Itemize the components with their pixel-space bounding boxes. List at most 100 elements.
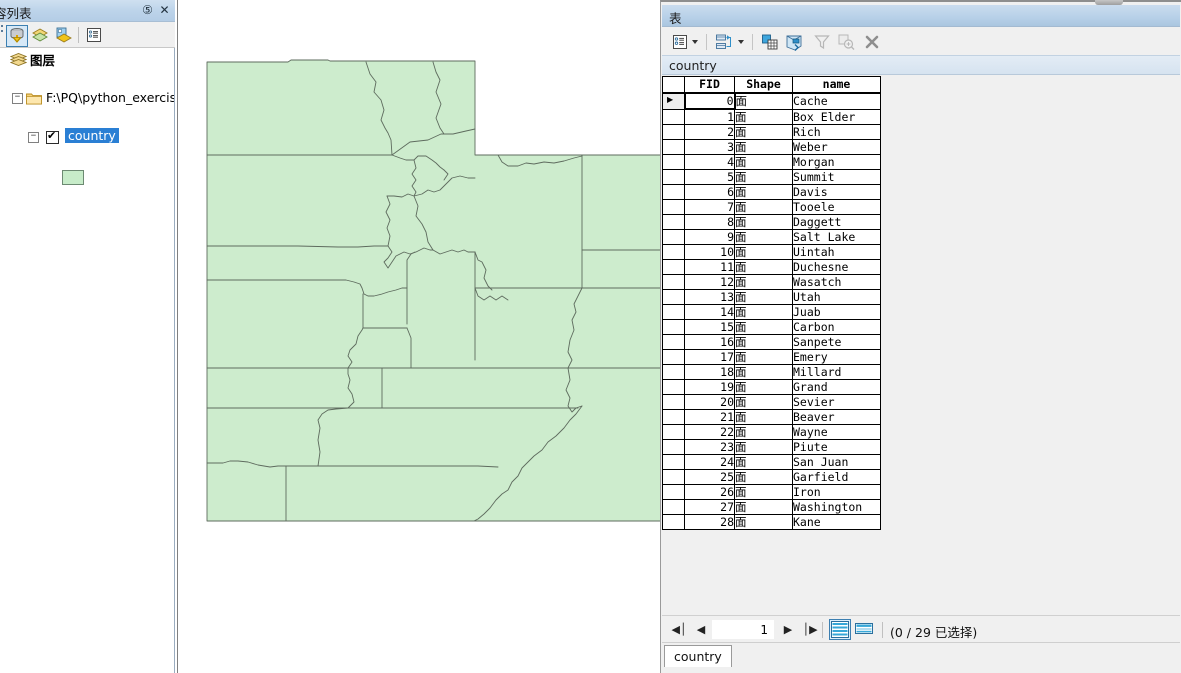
cell-name[interactable]: Beaver <box>792 409 881 425</box>
cell-fid[interactable]: 22 <box>684 424 735 440</box>
cell-shape[interactable]: 面 <box>734 199 793 215</box>
table-view-icon[interactable] <box>829 619 851 640</box>
cell-name[interactable]: San Juan <box>792 454 881 470</box>
cell-shape[interactable]: 面 <box>734 469 793 485</box>
table-row[interactable]: 28 面 Kane <box>662 514 881 530</box>
cell-shape[interactable]: 面 <box>734 229 793 245</box>
cell-fid[interactable]: 0 <box>683 92 736 110</box>
delete-selected-icon[interactable] <box>862 32 882 52</box>
table-row[interactable]: 22 面 Wayne <box>662 424 881 440</box>
cell-name[interactable]: Tooele <box>792 199 881 215</box>
cell-shape[interactable]: 面 <box>734 484 793 500</box>
table-layer-tab-header[interactable]: country <box>662 55 1180 75</box>
cell-fid[interactable]: 8 <box>684 214 735 230</box>
table-row[interactable]: 26 面 Iron <box>662 484 881 500</box>
row-selector-cell[interactable] <box>662 108 685 125</box>
row-selector-cell[interactable] <box>662 409 685 425</box>
cell-name[interactable]: Daggett <box>792 214 881 230</box>
row-selector-cell[interactable] <box>662 514 685 530</box>
attribute-table[interactable]: FID Shape name 0面Cache1面Box Elder2面Rich3… <box>662 76 881 530</box>
table-row[interactable]: 3 面 Weber <box>662 139 881 155</box>
layer-expander[interactable]: − <box>28 132 39 143</box>
row-selector-cell[interactable] <box>662 304 685 320</box>
row-selector-cell[interactable] <box>662 439 685 455</box>
table-row[interactable]: 11 面 Duchesne <box>662 259 881 275</box>
row-selector-cell[interactable] <box>662 259 685 275</box>
next-record-button[interactable]: ▶ <box>780 623 796 637</box>
tree-node-layers[interactable]: 图层 <box>4 50 174 69</box>
cell-fid[interactable]: 16 <box>684 334 735 350</box>
tree-node-folder[interactable]: − F:\PQ\python_exercise <box>4 89 174 108</box>
cell-name[interactable]: Davis <box>792 184 881 200</box>
switch-selection-icon[interactable] <box>784 32 804 52</box>
cell-fid[interactable]: 27 <box>684 499 735 515</box>
cell-shape[interactable]: 面 <box>734 364 793 380</box>
row-selector-cell[interactable] <box>662 124 685 140</box>
table-row[interactable]: 13 面 Utah <box>662 289 881 305</box>
cell-fid[interactable]: 25 <box>684 469 735 485</box>
table-row[interactable]: 7 面 Tooele <box>662 199 881 215</box>
table-row[interactable]: 0面Cache <box>662 92 881 110</box>
cell-name[interactable]: Wayne <box>792 424 881 440</box>
cell-fid[interactable]: 7 <box>684 199 735 215</box>
cell-shape[interactable]: 面 <box>734 259 793 275</box>
cell-shape[interactable]: 面 <box>734 214 793 230</box>
table-row[interactable]: 2 面 Rich <box>662 124 881 140</box>
table-row[interactable]: 5 面 Summit <box>662 169 881 185</box>
cell-name[interactable]: Sevier <box>792 394 881 410</box>
cell-fid[interactable]: 24 <box>684 454 735 470</box>
row-selector-cell[interactable] <box>662 214 685 230</box>
cell-name[interactable]: Weber <box>792 139 881 155</box>
tree-node-layer-country[interactable]: − country <box>4 128 174 147</box>
select-by-attributes-icon[interactable] <box>760 32 780 52</box>
cell-name[interactable]: Salt Lake <box>792 229 881 245</box>
cell-shape[interactable]: 面 <box>734 184 793 200</box>
cell-name[interactable]: Millard <box>792 364 881 380</box>
toc-layer-tree[interactable]: 图层 − F:\PQ\python_exercise − country <box>4 50 174 673</box>
row-selector-cell[interactable] <box>662 334 685 350</box>
attribute-grid[interactable]: FID Shape name 0面Cache1面Box Elder2面Rich3… <box>662 76 1180 615</box>
list-by-drawing-order-icon[interactable] <box>6 25 28 47</box>
row-selector-cell[interactable] <box>662 349 685 365</box>
cell-fid[interactable]: 19 <box>684 379 735 395</box>
row-selector-cell[interactable] <box>662 379 685 395</box>
row-selector-cell[interactable] <box>662 364 685 380</box>
cell-fid[interactable]: 23 <box>684 439 735 455</box>
cell-shape[interactable]: 面 <box>734 139 793 155</box>
cell-fid[interactable]: 4 <box>684 154 735 170</box>
cell-name[interactable]: Sanpete <box>792 334 881 350</box>
table-row[interactable]: 15 面 Carbon <box>662 319 881 335</box>
cell-shape[interactable]: 面 <box>734 454 793 470</box>
related-tables-icon[interactable] <box>714 32 734 52</box>
table-row[interactable]: 18 面 Millard <box>662 364 881 380</box>
cell-shape[interactable]: 面 <box>734 289 793 305</box>
cell-fid[interactable]: 5 <box>684 169 735 185</box>
table-row[interactable]: 20 面 Sevier <box>662 394 881 410</box>
cell-shape[interactable]: 面 <box>734 169 793 185</box>
row-selector-cell[interactable] <box>662 92 685 110</box>
cell-name[interactable]: Morgan <box>792 154 881 170</box>
cell-fid[interactable]: 6 <box>684 184 735 200</box>
cell-name[interactable]: Washington <box>792 499 881 515</box>
table-options-chevron-down-icon[interactable] <box>692 40 698 44</box>
cell-fid[interactable]: 28 <box>684 514 735 530</box>
cell-shape[interactable]: 面 <box>734 499 793 515</box>
first-record-button[interactable]: ◀│ <box>671 623 687 637</box>
row-selector-cell[interactable] <box>662 394 685 410</box>
related-tables-chevron-down-icon[interactable] <box>738 40 744 44</box>
cell-fid[interactable]: 10 <box>684 244 735 260</box>
cell-name[interactable]: Cache <box>792 92 881 110</box>
cell-fid[interactable]: 1 <box>684 108 735 125</box>
form-view-icon[interactable] <box>854 619 876 640</box>
cell-name[interactable]: Duchesne <box>792 259 881 275</box>
table-row[interactable]: 25 面 Garfield <box>662 469 881 485</box>
row-selector-cell[interactable] <box>662 274 685 290</box>
table-row[interactable]: 23 面 Piute <box>662 439 881 455</box>
list-by-source-icon[interactable] <box>30 25 50 45</box>
map-counties-layer[interactable] <box>178 0 664 673</box>
cell-shape[interactable]: 面 <box>734 244 793 260</box>
toc-options-icon[interactable] <box>84 25 104 45</box>
row-selector-cell[interactable] <box>662 184 685 200</box>
row-selector-cell[interactable] <box>662 169 685 185</box>
cell-fid[interactable]: 13 <box>684 289 735 305</box>
